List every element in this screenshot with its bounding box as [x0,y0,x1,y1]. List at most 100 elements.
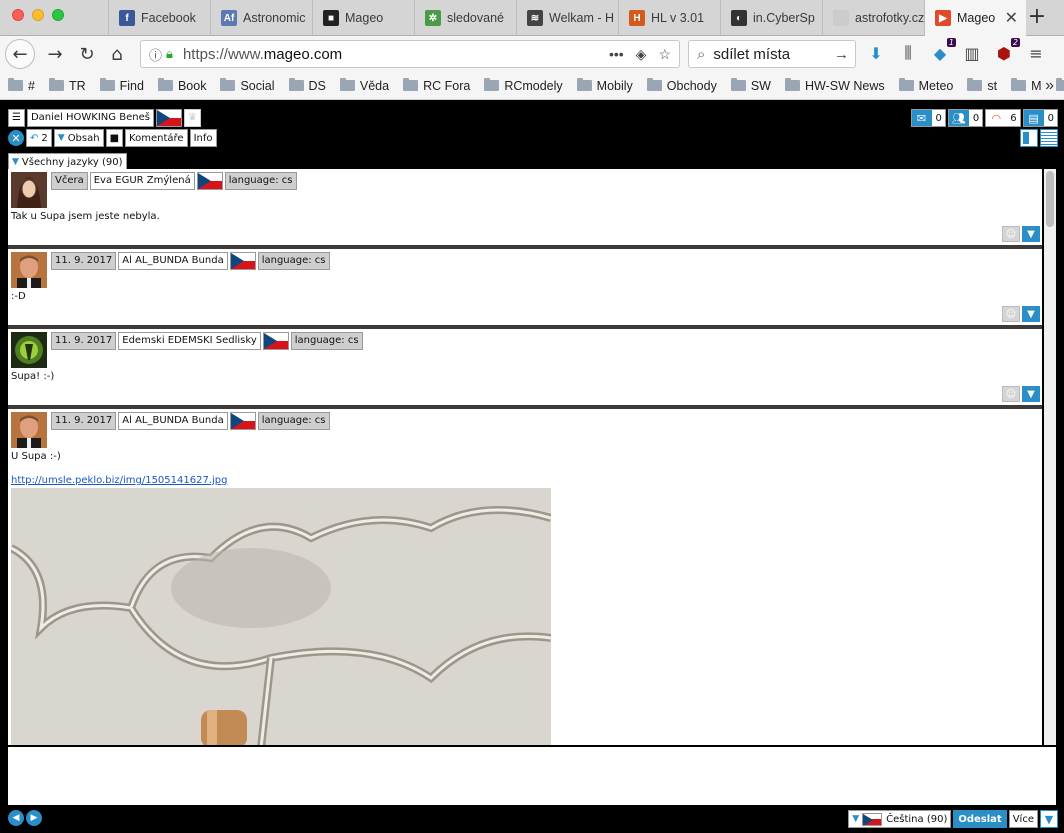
bookmark-item[interactable]: DS [288,78,326,93]
search-go-icon[interactable]: → [834,46,849,63]
tab-2[interactable]: Af Astronomic [210,0,312,36]
tab-4[interactable]: ✲ sledované [414,0,516,36]
reload-button[interactable]: ↻ [72,39,102,69]
tab-3[interactable]: ■ Mageo [312,0,414,36]
search-input[interactable]: ⌕ sdílet místa → [688,40,856,68]
post-author[interactable]: Eva EGUR Zmýlená [89,172,195,190]
bookmark-star-icon[interactable]: ☆ [658,46,671,63]
bookmark-item[interactable]: Mobily [576,78,633,93]
bookmark-item[interactable]: RC Fora [403,78,470,93]
download-icon[interactable]: ⬇︎ [866,43,886,63]
comment-feed[interactable]: Včera Eva EGUR Zmýlená language: cs Tak u S… [8,169,1042,745]
more-button[interactable]: Více [1008,810,1038,828]
tab-label: Astronomic [243,11,306,25]
bookmark-item[interactable]: st [967,78,997,93]
menu-icon[interactable]: ≡ [1026,43,1046,63]
people-counter[interactable]: 👥︎ 0 [947,109,984,127]
mageo-logo-icon[interactable]: ■ [105,129,124,147]
signal-counter[interactable]: ◠ 6 [985,109,1021,127]
emoji-icon[interactable]: ☺ [1002,226,1020,242]
post-author[interactable]: Edemski EDEMSKI Sedlisky [118,332,261,350]
bookmark-item[interactable]: # [8,78,35,93]
more-bookmarks-icon[interactable]: » [1045,77,1054,95]
bookmark-item[interactable]: HW-SW News [784,78,885,93]
new-tab-button[interactable]: + [1022,4,1052,29]
post-author[interactable]: Al AL_BUNDA Bunda [118,252,228,270]
avatar[interactable] [11,172,47,208]
previous-icon[interactable]: ◀ [8,810,24,826]
tab-6[interactable]: H HL v 3.01 [618,0,720,36]
comment-compose-area[interactable] [8,747,1056,805]
tab-7[interactable]: ◐ in.CyberSp [720,0,822,36]
language-filter[interactable]: ▼ Všechny jazyky (90) [8,149,127,171]
sidebar-icon[interactable]: ▥ [962,43,982,63]
post-link[interactable]: http://umsle.peklo.biz/img/1505141627.jp… [11,475,227,486]
zoom-window-button[interactable] [52,9,64,21]
address-bar[interactable]: ⓘ 🔒︎ https://www.mageo.com ••• ◈ ☆ [140,40,680,68]
post-date[interactable]: Včera [51,172,88,190]
tab-5[interactable]: ≋ Welkam - H [516,0,618,36]
post-date[interactable]: 11. 9. 2017 [51,252,117,270]
expand-icon[interactable]: ▼ [1022,306,1040,322]
bookmark-item[interactable]: Obchody [646,78,717,93]
close-thread-icon[interactable]: ✕ [8,130,24,146]
library-icon[interactable]: ⫼ [898,43,918,63]
back-button[interactable]: ← [5,39,35,69]
user-name[interactable]: Daniel HOWKING Beneš [26,109,154,127]
bookmark-item[interactable]: SW [730,78,771,93]
user-settings-icon[interactable]: ☰ [8,109,25,127]
tab-label: Welkam - H [549,11,615,25]
bookmark-item[interactable]: M [1011,78,1042,93]
list-counter[interactable]: ▤ 0 [1022,109,1058,127]
komentare-button[interactable]: Komentáře [125,129,188,147]
send-button[interactable]: Odeslat [953,810,1007,828]
more-dropdown-icon[interactable]: ▼ [1040,810,1058,828]
crown-icon[interactable]: ♛ [183,109,201,127]
bookmark-item[interactable]: Book [157,78,206,93]
messages-counter[interactable]: ✉ 0 [910,109,946,127]
tab-9[interactable]: ▶ Mageo ✕ [924,0,1026,36]
extension-icon[interactable]: ◆ 1 [930,38,956,63]
emoji-icon[interactable]: ☺ [1002,386,1020,402]
post-date[interactable]: 11. 9. 2017 [51,412,117,430]
bookmark-item[interactable]: Find [99,78,144,93]
avatar[interactable] [11,252,47,288]
post-date[interactable]: 11. 9. 2017 [51,332,117,350]
avatar[interactable] [11,412,47,448]
next-icon[interactable]: ▶ [26,810,42,826]
info-button[interactable]: Info [189,129,217,147]
emoji-icon[interactable]: ☺ [1002,306,1020,322]
counters: ✉ 0 👥︎ 0 ◠ 6 ▤ 0 [910,109,1058,127]
feed-scrollbar[interactable] [1044,169,1056,745]
expand-icon[interactable]: ▼ [1022,386,1040,402]
bookmark-item[interactable]: S [1055,78,1064,93]
bookmark-item[interactable]: Meteo [898,78,953,93]
post-author[interactable]: Al AL_BUNDA Bunda [118,412,228,430]
home-button[interactable]: ⌂ [102,39,132,69]
bookmark-item[interactable]: RCmodely [484,78,563,93]
language-select[interactable]: ▼ Čeština (90) [848,810,952,828]
ublock-icon[interactable]: ⬢ 2 [994,38,1020,63]
bookmark-item[interactable]: Věda [339,78,389,93]
close-window-button[interactable] [12,9,24,21]
obsah-button[interactable]: ▼ Obsah [53,129,104,147]
forward-button[interactable]: → [40,39,70,69]
list-layout-icon[interactable] [1040,129,1058,147]
site-info-icon[interactable]: ⓘ [149,45,162,64]
page-actions-icon[interactable]: ••• [609,46,624,63]
expand-icon[interactable]: ▼ [1022,226,1040,242]
avatar[interactable] [11,332,47,368]
post-image[interactable] [11,488,551,745]
reply-button[interactable]: ↶ 2 [26,129,52,147]
bookmark-item[interactable]: Social [220,78,275,93]
tab-1[interactable]: f Facebook [108,0,210,36]
scrollbar-thumb[interactable] [1046,171,1054,227]
folder-icon [784,78,800,91]
bookmark-item[interactable]: TR [48,78,86,93]
pocket-icon[interactable]: ◈ [636,46,647,63]
split-layout-icon[interactable] [1020,129,1038,147]
tab-8[interactable]: astrofotky.cz [822,0,924,36]
minimize-window-button[interactable] [32,9,44,21]
comment-post: 11. 9. 2017 Al AL_BUNDA Bunda language: cs… [8,249,1042,325]
close-tab-icon[interactable]: ✕ [1005,8,1018,28]
